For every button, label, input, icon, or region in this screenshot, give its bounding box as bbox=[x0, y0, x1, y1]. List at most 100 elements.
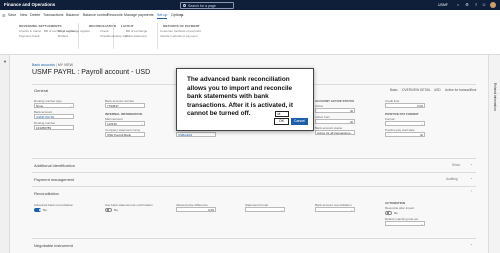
reconcile-import-toggle[interactable] bbox=[385, 211, 392, 215]
group-item[interactable]: Bill of exchange bbox=[126, 29, 147, 33]
group-heading: REVERSING SETTLEMENTS bbox=[19, 24, 62, 28]
advanced-reconciliation-value: No bbox=[43, 208, 47, 212]
allowed-diff-field[interactable]: 0.00 bbox=[176, 207, 216, 212]
section-negotiable-instrument[interactable]: Negotiable instrument ⌄ bbox=[32, 238, 476, 253]
inactive-date-field[interactable]: ▦ bbox=[315, 119, 355, 124]
calendar-icon: ▦ bbox=[350, 120, 353, 124]
section-toggle-label: Show bbox=[452, 163, 460, 167]
chevron-down-icon[interactable]: ⌄ bbox=[470, 242, 473, 246]
chevron-down-icon: ⌄ bbox=[420, 122, 423, 126]
top-nav-bar: Finance and Operations Search for a page… bbox=[0, 0, 500, 10]
page-title: USMF PAYRL : Payroll account - USD bbox=[32, 69, 151, 76]
active-from-field[interactable]: ▦ bbox=[315, 108, 355, 113]
section-title[interactable]: Reconciliation bbox=[34, 191, 59, 196]
action-pane: ☰ Save New Delete Transactions Balance B… bbox=[0, 10, 500, 55]
group-item[interactable]: Checks in transit bbox=[19, 29, 41, 33]
bank-acct-reconcile-select[interactable]: ⌄ bbox=[315, 207, 355, 212]
group-item[interactable]: Drafted bbox=[58, 34, 68, 38]
calendar-icon: ▦ bbox=[350, 109, 353, 113]
new-button[interactable]: New bbox=[20, 13, 27, 17]
breadcrumb: Bank accounts | MY VIEW bbox=[32, 63, 73, 67]
bell-icon[interactable]: ○ bbox=[455, 2, 461, 8]
positive-pay-heading: POSITIVE PAY FORMAT bbox=[385, 112, 419, 116]
routing-number-field[interactable]: 123456789 bbox=[34, 125, 74, 130]
save-button[interactable]: Save bbox=[8, 13, 16, 17]
cancel-button[interactable]: Cancel bbox=[291, 118, 308, 125]
statement-format-select[interactable]: ⌄ bbox=[245, 207, 285, 212]
search-input[interactable]: Search for a page bbox=[180, 1, 234, 9]
help-icon[interactable]: ? bbox=[473, 2, 479, 8]
search-icon[interactable]: ⚲ bbox=[180, 13, 183, 18]
tab-balance[interactable]: Balance bbox=[66, 13, 79, 17]
avatar[interactable] bbox=[490, 2, 496, 8]
group-heading: RECONCILIATION bbox=[89, 24, 117, 28]
main-account-select[interactable]: 110130 ⌄ bbox=[105, 121, 145, 126]
use-statement-toggle[interactable] bbox=[105, 208, 112, 212]
chevron-down-icon: ⌄ bbox=[140, 122, 143, 126]
chevron-down-icon[interactable]: ⌄ bbox=[470, 176, 473, 180]
chevron-down-icon[interactable]: ⌄ bbox=[470, 162, 473, 166]
breadcrumb-bank-accounts[interactable]: Bank accounts bbox=[32, 63, 55, 67]
reconcile-import-label: Reconcile after import bbox=[385, 206, 415, 210]
group-item[interactable]: Bank statement bbox=[126, 34, 147, 38]
company-statement-field[interactable]: USD Payroll Bank bbox=[105, 132, 145, 137]
company-picker[interactable]: USMF bbox=[438, 3, 448, 7]
group-item[interactable]: Check bbox=[100, 29, 109, 33]
group-heading: METHODS OF PAYMENT bbox=[163, 24, 200, 28]
related-info-label: Related information bbox=[493, 83, 497, 111]
tab-reconcile[interactable]: Reconcile bbox=[107, 13, 123, 17]
calendar-icon: ▦ bbox=[420, 133, 423, 137]
search-icon bbox=[183, 4, 186, 7]
bank-groups-field[interactable]: USBank01 bbox=[176, 132, 216, 137]
dialog-inline-field[interactable]: ok bbox=[275, 111, 289, 117]
section-payment-management[interactable]: Payment management Auditing ⌄ bbox=[32, 172, 476, 186]
positive-pay-start-field[interactable]: ▦ bbox=[385, 132, 425, 137]
reconcile-import-value: No bbox=[394, 211, 398, 215]
account-active-heading: ACCOUNT ACTIVE STATUS bbox=[315, 99, 355, 103]
tab-transactions[interactable]: Transactions bbox=[43, 13, 63, 17]
group-item[interactable]: Bill of exchange register bbox=[58, 29, 90, 33]
smile-icon[interactable]: ☺ bbox=[481, 2, 487, 8]
ok-button[interactable]: OK bbox=[274, 118, 289, 125]
tab-set-up[interactable]: Set up bbox=[157, 13, 168, 19]
group-item[interactable]: Payment check bbox=[19, 34, 40, 38]
section-title[interactable]: General bbox=[34, 88, 48, 93]
divider bbox=[78, 23, 79, 49]
use-statement-label: Use bank statement as confirmation bbox=[105, 203, 153, 207]
section-toggle-label: Auditing bbox=[446, 177, 458, 181]
breadcrumb-view[interactable]: MY VIEW bbox=[58, 63, 73, 67]
default-matching-select[interactable]: ⌄ bbox=[385, 221, 425, 226]
tab-manage-payments[interactable]: Manage payments bbox=[124, 13, 154, 17]
confirmation-dialog: The advanced bank reconciliation allows … bbox=[176, 68, 314, 131]
section-additional-identification[interactable]: Additional identification Show ⌄ bbox=[32, 158, 476, 172]
section-reconciliation: Reconciliation ⌃ Advanced bank reconcili… bbox=[32, 186, 476, 238]
automation-heading: AUTOMATION bbox=[385, 201, 406, 205]
group-item[interactable]: Checkbook/prep slip bbox=[100, 34, 127, 38]
format-select[interactable]: ⌄ bbox=[385, 121, 425, 126]
related-info-panel[interactable]: Related information bbox=[488, 55, 500, 253]
delete-button[interactable]: Delete bbox=[30, 13, 40, 17]
filter-icon[interactable]: ▼ bbox=[3, 59, 7, 64]
advanced-reconciliation-label: Advanced bank reconciliation bbox=[34, 203, 74, 207]
chevron-down-icon: ⌄ bbox=[280, 208, 283, 212]
use-statement-value: No bbox=[114, 208, 118, 212]
credit-limit-field[interactable]: 0.00 bbox=[385, 103, 425, 108]
chevron-up-icon[interactable]: ⌃ bbox=[470, 190, 473, 194]
bank-account-field[interactable]: USMF PAYRL bbox=[34, 114, 74, 119]
group-item[interactable]: Vendor methods of payment bbox=[160, 34, 198, 38]
tab-balance-control[interactable]: Balance control bbox=[83, 13, 108, 17]
group-item[interactable]: Customer methods of payment bbox=[160, 29, 201, 33]
routing-type-select[interactable]: None ⌄ bbox=[34, 103, 74, 108]
section-title: Payment management bbox=[34, 177, 75, 182]
gear-icon[interactable]: ⚙ bbox=[464, 2, 470, 8]
group-heading: LAYOUT bbox=[121, 24, 134, 28]
bank-account-status-select[interactable]: Active for all transactions ⌄ bbox=[315, 130, 355, 135]
bank-number-field[interactable]: 7793637 bbox=[105, 103, 145, 108]
chevron-down-icon: ⌄ bbox=[69, 104, 72, 108]
chevron-up-icon[interactable]: ⌃ bbox=[470, 88, 473, 92]
section-title: Additional identification bbox=[34, 163, 75, 168]
left-rail: ▼ bbox=[0, 55, 10, 253]
advanced-reconciliation-toggle[interactable] bbox=[34, 208, 41, 212]
nav-toggle-icon[interactable]: ☰ bbox=[2, 13, 6, 18]
app-title[interactable]: Finance and Operations bbox=[4, 2, 55, 7]
